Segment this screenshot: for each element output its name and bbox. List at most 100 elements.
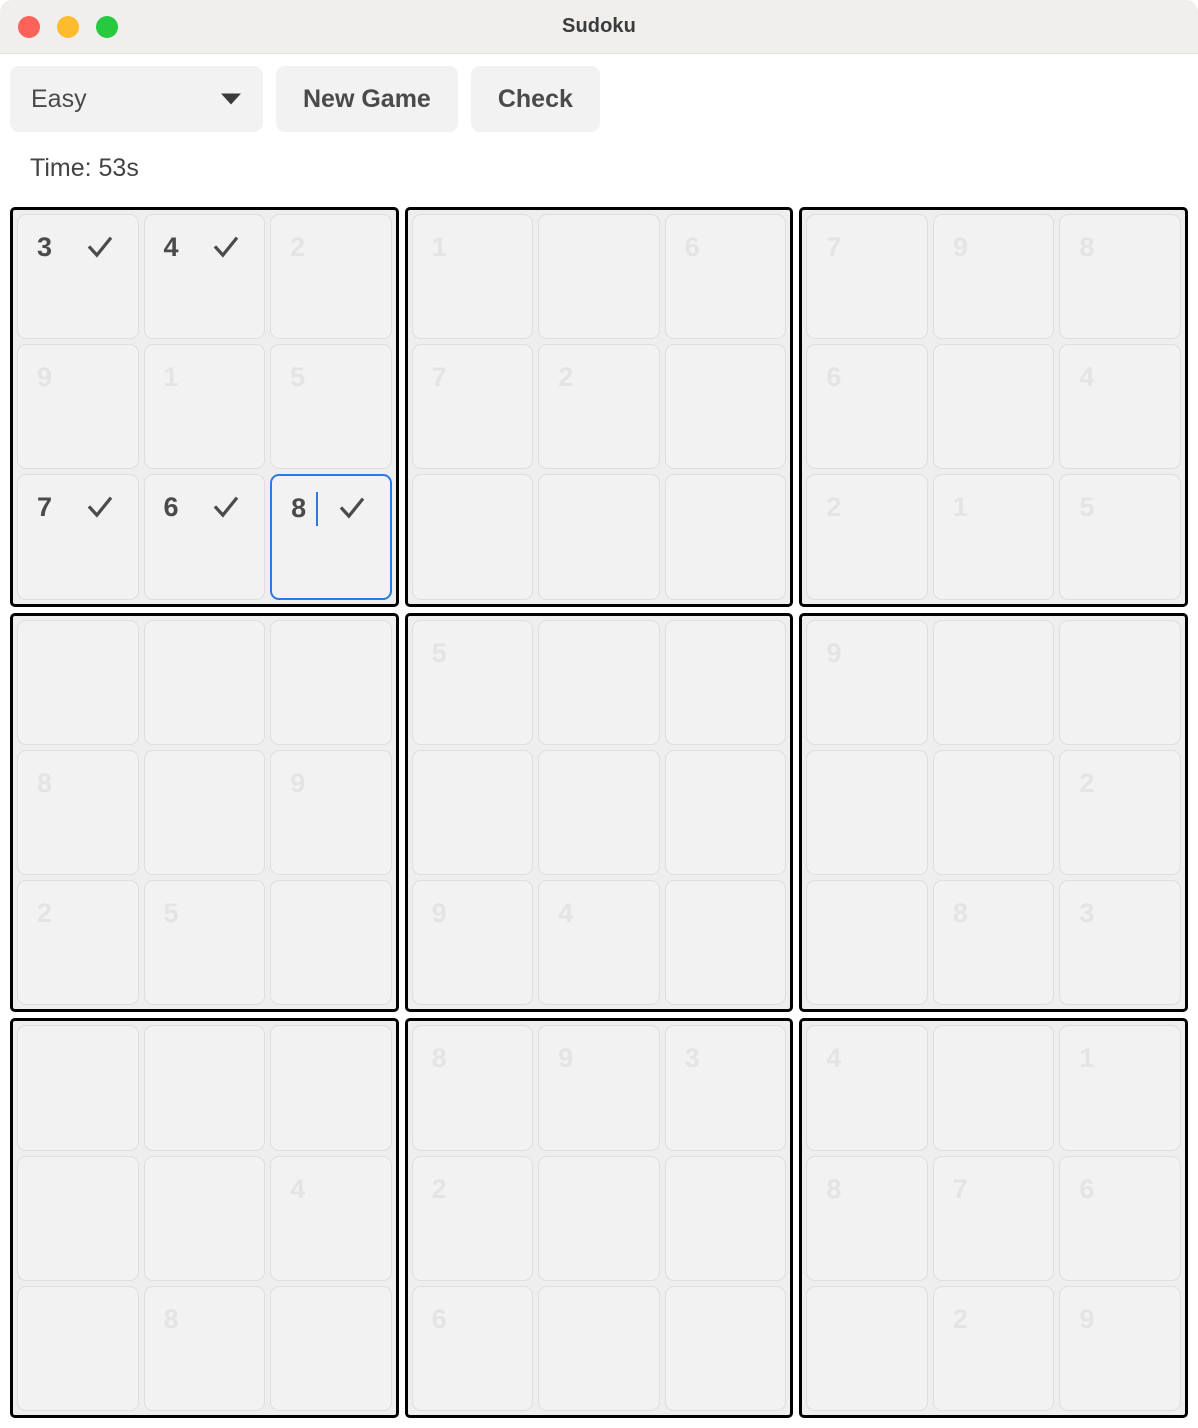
- sudoku-cell[interactable]: 4: [806, 1025, 928, 1151]
- sudoku-cell[interactable]: 8: [17, 749, 139, 876]
- sudoku-cell[interactable]: 9: [932, 214, 1055, 340]
- sudoku-cell[interactable]: 3: [664, 1025, 787, 1151]
- sudoku-cell[interactable]: [664, 749, 787, 876]
- sudoku-block: 8 9 3 2 6: [404, 1018, 794, 1418]
- sudoku-cell[interactable]: [664, 619, 787, 745]
- difficulty-dropdown[interactable]: Easy: [10, 66, 263, 132]
- sudoku-cell[interactable]: 1: [932, 474, 1055, 600]
- sudoku-cell[interactable]: [538, 619, 660, 745]
- sudoku-cell[interactable]: 8: [270, 474, 392, 600]
- sudoku-cell[interactable]: [806, 880, 928, 1006]
- sudoku-cell[interactable]: 5: [270, 344, 392, 470]
- sudoku-cell[interactable]: 2: [270, 214, 392, 340]
- sudoku-cell[interactable]: [270, 880, 392, 1006]
- sudoku-cell[interactable]: 2: [932, 1285, 1055, 1411]
- sudoku-cell[interactable]: [932, 344, 1055, 470]
- sudoku-cell[interactable]: 5: [411, 619, 534, 745]
- sudoku-cell[interactable]: 8: [143, 1285, 266, 1411]
- sudoku-cell[interactable]: 9: [538, 1025, 660, 1151]
- sudoku-cell[interactable]: [664, 344, 787, 470]
- sudoku-cell[interactable]: [664, 1155, 787, 1281]
- sudoku-cell[interactable]: 2: [806, 474, 928, 600]
- sudoku-cell[interactable]: 5: [143, 880, 266, 1006]
- sudoku-cell[interactable]: 5: [1059, 474, 1181, 600]
- sudoku-cell[interactable]: [538, 1155, 660, 1281]
- sudoku-cell[interactable]: 6: [143, 474, 266, 600]
- sudoku-cell[interactable]: [17, 1155, 139, 1281]
- sudoku-cell[interactable]: 9: [270, 749, 392, 876]
- sudoku-cell[interactable]: [143, 619, 266, 745]
- sudoku-cell[interactable]: [664, 880, 787, 1006]
- sudoku-cell[interactable]: 1: [411, 214, 534, 340]
- cell-hint-value: 3: [684, 1043, 700, 1074]
- sudoku-cell[interactable]: 6: [411, 1285, 534, 1411]
- cell-hint-value: 2: [431, 1173, 447, 1204]
- sudoku-cell[interactable]: 9: [17, 344, 139, 470]
- sudoku-cell[interactable]: 1: [1059, 1025, 1181, 1151]
- new-game-button[interactable]: New Game: [276, 66, 458, 132]
- sudoku-cell[interactable]: [143, 1155, 266, 1281]
- sudoku-cell[interactable]: [664, 1285, 787, 1411]
- cell-hint-value: 1: [952, 492, 968, 523]
- sudoku-cell[interactable]: 4: [143, 214, 266, 340]
- sudoku-cell[interactable]: [17, 1285, 139, 1411]
- sudoku-cell[interactable]: [411, 474, 534, 600]
- sudoku-cell[interactable]: 8: [411, 1025, 534, 1151]
- sudoku-cell[interactable]: [806, 749, 928, 876]
- sudoku-cell[interactable]: 2: [17, 880, 139, 1006]
- sudoku-cell[interactable]: 4: [270, 1155, 392, 1281]
- sudoku-cell[interactable]: 6: [806, 344, 928, 470]
- cell-hint-value: 2: [37, 898, 53, 929]
- sudoku-cell[interactable]: 3: [1059, 880, 1181, 1006]
- cell-hint-value: 5: [290, 362, 306, 393]
- check-button[interactable]: Check: [470, 66, 600, 132]
- sudoku-cell[interactable]: 9: [411, 880, 534, 1006]
- sudoku-cell[interactable]: [411, 749, 534, 876]
- sudoku-cell[interactable]: [664, 474, 787, 600]
- sudoku-cell[interactable]: 7: [806, 214, 928, 340]
- sudoku-cell[interactable]: 8: [1059, 214, 1181, 340]
- minimize-button[interactable]: [57, 15, 79, 38]
- cell-hint-value: 9: [431, 898, 447, 929]
- sudoku-cell[interactable]: [932, 619, 1055, 745]
- sudoku-cell[interactable]: 1: [143, 344, 266, 470]
- cell-hint-value: 8: [431, 1043, 447, 1074]
- sudoku-cell[interactable]: [806, 1285, 928, 1411]
- sudoku-cell[interactable]: 8: [932, 880, 1055, 1006]
- sudoku-cell[interactable]: [17, 619, 139, 745]
- sudoku-cell[interactable]: [270, 1285, 392, 1411]
- sudoku-cell[interactable]: 6: [664, 214, 787, 340]
- cell-hint-value: 9: [290, 767, 306, 798]
- sudoku-cell[interactable]: 2: [1059, 749, 1181, 876]
- sudoku-cell[interactable]: [17, 1025, 139, 1151]
- sudoku-cell[interactable]: [270, 1025, 392, 1151]
- sudoku-cell[interactable]: 2: [411, 1155, 534, 1281]
- sudoku-cell[interactable]: [538, 474, 660, 600]
- sudoku-cell[interactable]: 2: [538, 344, 660, 470]
- sudoku-cell[interactable]: 4: [1059, 344, 1181, 470]
- cell-hint-value: 4: [1079, 362, 1095, 393]
- sudoku-cell[interactable]: 7: [411, 344, 534, 470]
- cell-hint-value: 4: [558, 898, 574, 929]
- cell-hint-value: 1: [163, 362, 179, 393]
- sudoku-cell[interactable]: [932, 1025, 1055, 1151]
- close-button[interactable]: [18, 15, 40, 38]
- sudoku-cell[interactable]: 9: [806, 619, 928, 745]
- sudoku-cell[interactable]: 6: [1059, 1155, 1181, 1281]
- window-title: Sudoku: [562, 15, 636, 37]
- sudoku-cell[interactable]: [270, 619, 392, 745]
- sudoku-cell[interactable]: [538, 749, 660, 876]
- sudoku-cell[interactable]: 3: [17, 214, 139, 340]
- sudoku-cell[interactable]: 7: [17, 474, 139, 600]
- sudoku-cell[interactable]: 4: [538, 880, 660, 1006]
- sudoku-cell[interactable]: [1059, 619, 1181, 745]
- sudoku-cell[interactable]: [143, 1025, 266, 1151]
- sudoku-cell[interactable]: [143, 749, 266, 876]
- sudoku-cell[interactable]: [932, 749, 1055, 876]
- maximize-button[interactable]: [96, 15, 118, 38]
- sudoku-cell[interactable]: [538, 214, 660, 340]
- sudoku-cell[interactable]: 9: [1059, 1285, 1181, 1411]
- sudoku-cell[interactable]: 8: [806, 1155, 928, 1281]
- sudoku-cell[interactable]: [538, 1285, 660, 1411]
- sudoku-cell[interactable]: 7: [932, 1155, 1055, 1281]
